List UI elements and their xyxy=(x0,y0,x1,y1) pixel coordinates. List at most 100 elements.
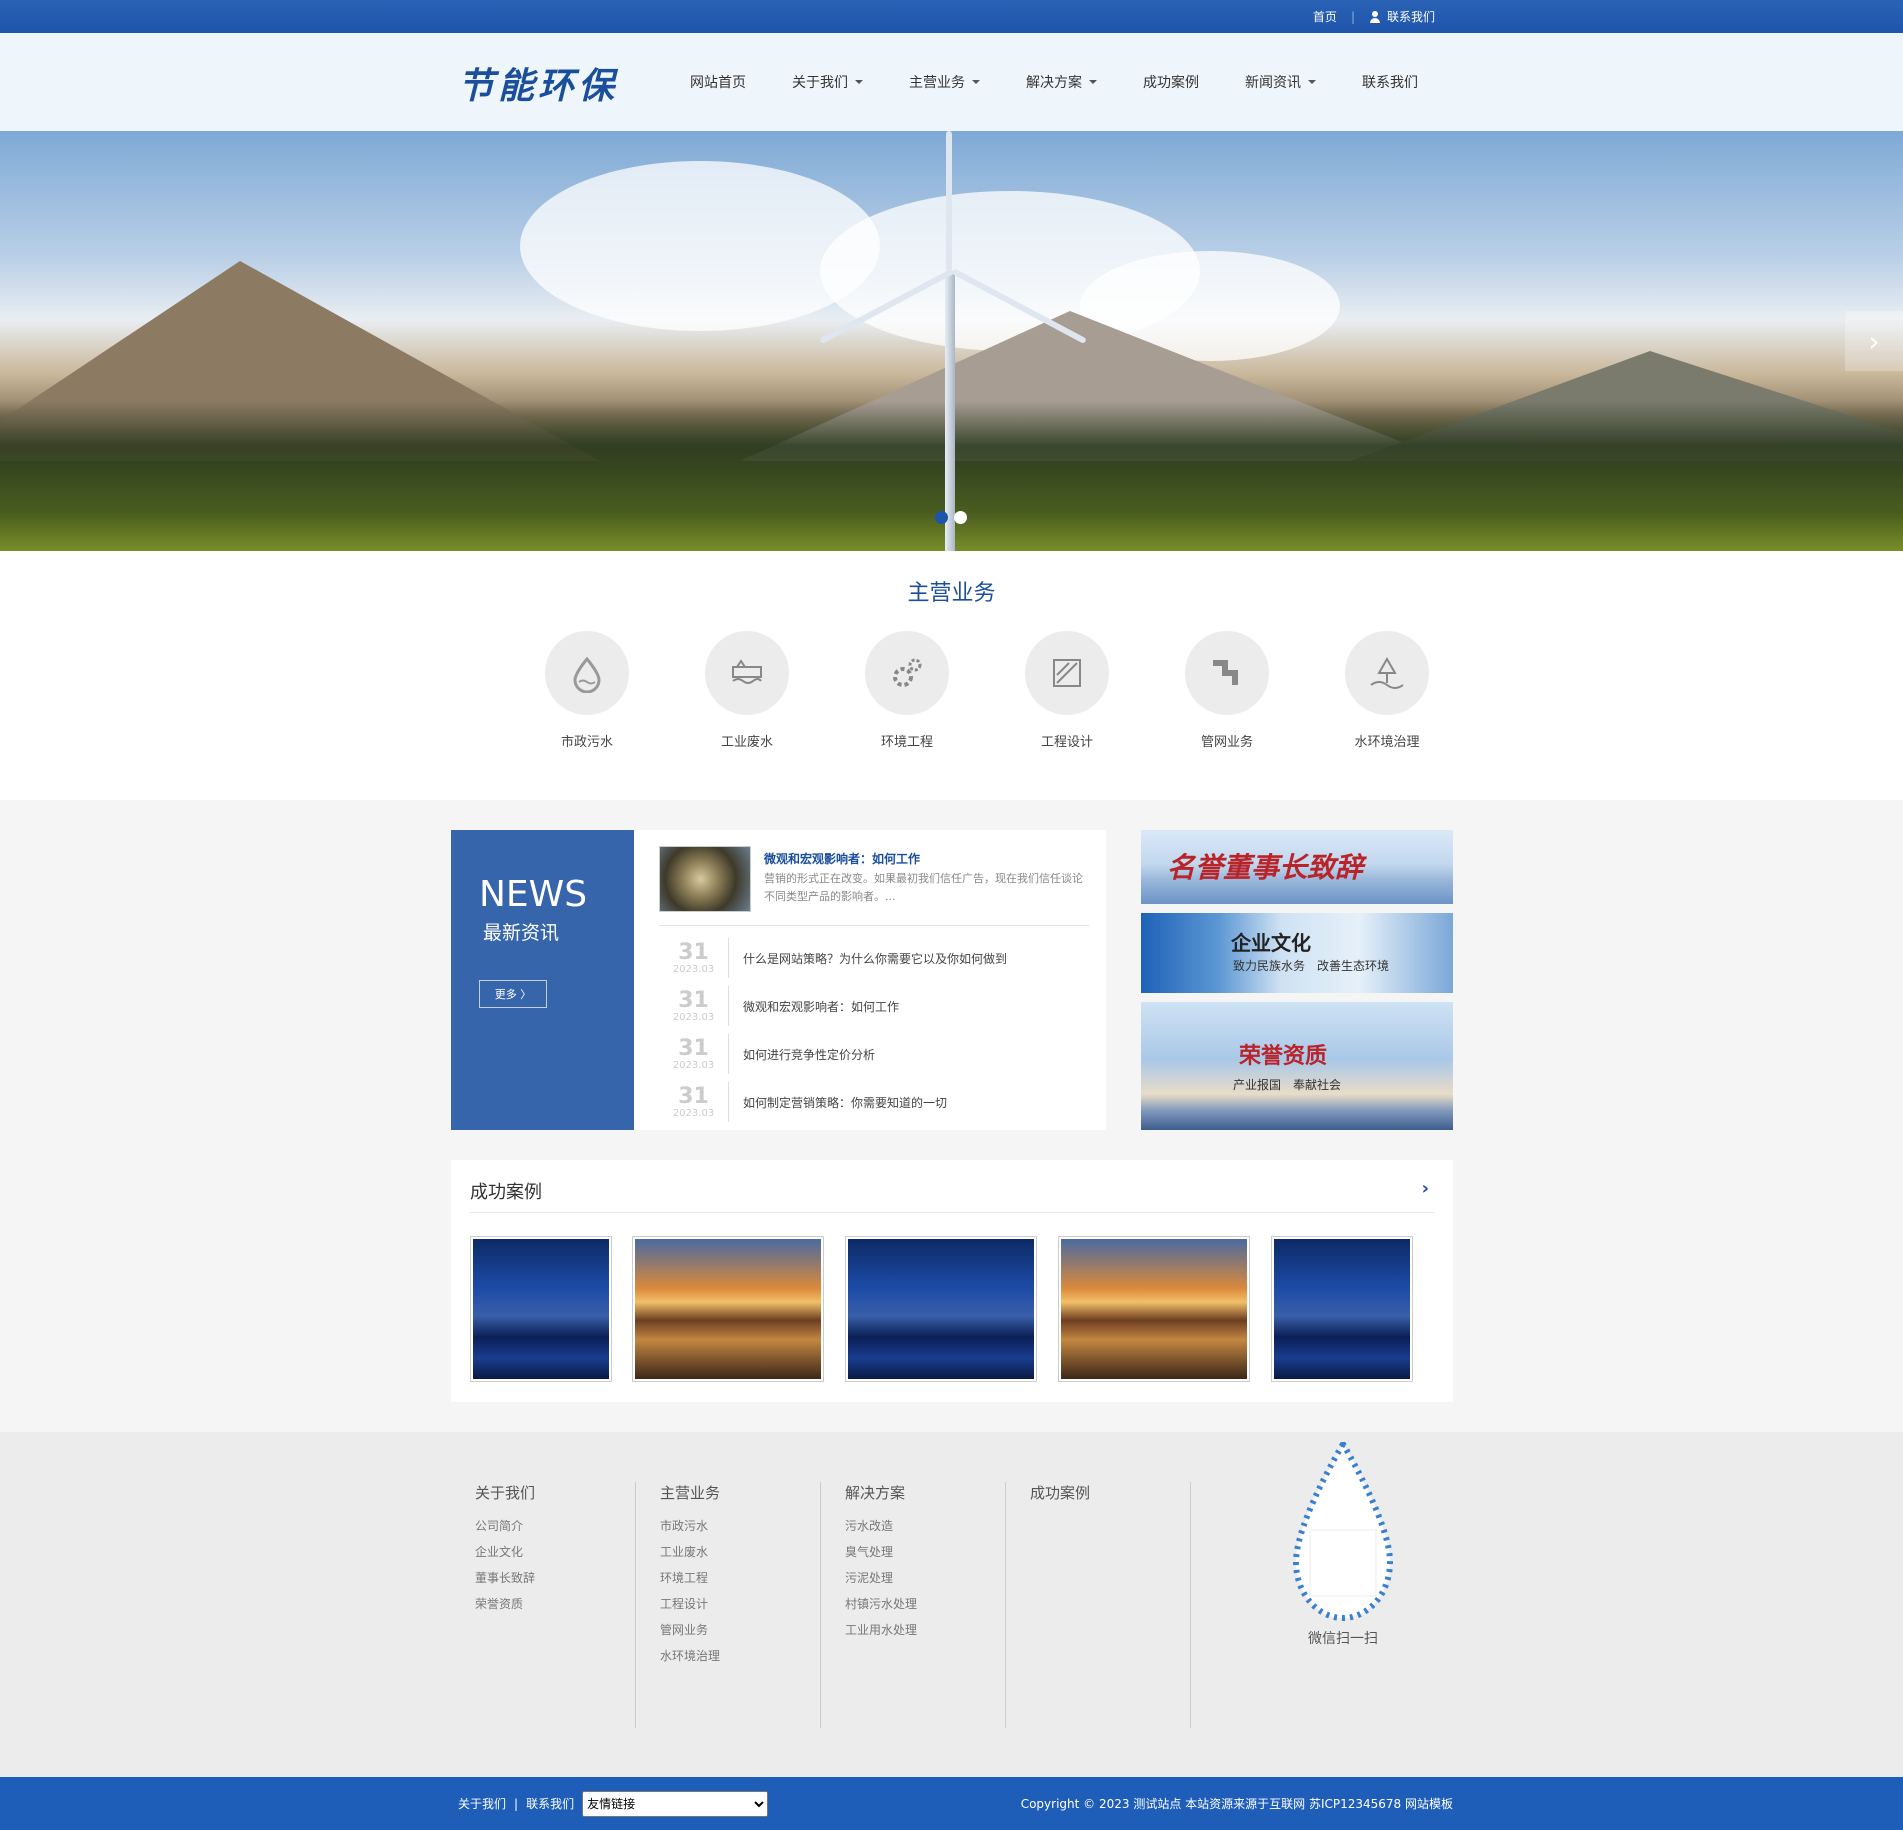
service-icon-circle xyxy=(1345,631,1429,715)
news-day: 31 xyxy=(678,987,709,1013)
footer-column: 解决方案污水改造 臭气处理 污泥处理 村镇污水处理 工业用水处理 xyxy=(821,1482,1006,1728)
footer-column-title[interactable]: 成功案例 xyxy=(1030,1482,1190,1503)
news-panel: NEWS 最新资讯 更多 〉 微观和宏观影响者：如何工作 营销的形式正在改变。如… xyxy=(451,830,1106,1130)
bottom-about-link[interactable]: 关于我们 xyxy=(458,1795,506,1812)
bottom-bar: 关于我们 | 联系我们 友情链接 Copyright © 2023 测试站点 本… xyxy=(0,1777,1903,1830)
cases-divider xyxy=(470,1212,1434,1213)
banner-dot-2[interactable] xyxy=(954,511,967,524)
news-year-month: 2023.03 xyxy=(672,1059,715,1071)
service-item[interactable]: 水环境治理 xyxy=(1307,631,1467,750)
footer-link[interactable]: 董事长致辞 xyxy=(475,1569,635,1595)
factory-wave-icon xyxy=(732,659,762,684)
chevron-down-icon xyxy=(1089,80,1097,84)
service-icon-circle xyxy=(1185,631,1269,715)
news-list-item[interactable]: 31 2023.03 如何制定营销策略：你需要知道的一切 xyxy=(659,1078,1089,1126)
nav-item[interactable]: 新闻资讯 xyxy=(1245,72,1316,92)
news-title[interactable]: 如何制定营销策略：你需要知道的一切 xyxy=(743,1094,947,1111)
footer-column: 成功案例 xyxy=(1006,1482,1191,1728)
promo-honor[interactable]: 荣誉资质 产业报国 奉献社会 xyxy=(1141,1002,1453,1130)
promo-culture[interactable]: 企业文化 致力民族水务 改善生态环境 xyxy=(1141,913,1453,993)
footer-column-title[interactable]: 关于我们 xyxy=(475,1482,635,1503)
nav-item-label: 新闻资讯 xyxy=(1245,75,1301,91)
featured-news[interactable]: 微观和宏观影响者：如何工作 营销的形式正在改变。如果最初我们信任广告，现在我们信… xyxy=(659,846,1089,926)
news-title[interactable]: 微观和宏观影响者：如何工作 xyxy=(743,998,899,1015)
footer-link[interactable]: 荣誉资质 xyxy=(475,1595,635,1621)
nav-item[interactable]: 联系我们 xyxy=(1362,72,1418,92)
case-thumbnail[interactable] xyxy=(470,1236,612,1382)
news-list-item[interactable]: 31 2023.03 微观和宏观影响者：如何工作 xyxy=(659,982,1089,1030)
case-thumbnail[interactable] xyxy=(632,1236,824,1382)
footer-column: 关于我们公司简介 企业文化 董事长致辞 荣誉资质 xyxy=(451,1482,636,1728)
service-item[interactable]: 工程设计 xyxy=(987,631,1147,750)
top-home-link[interactable]: 首页 xyxy=(1313,8,1337,25)
top-separator: | xyxy=(1350,9,1355,24)
service-item[interactable]: 市政污水 xyxy=(507,631,667,750)
nav-item-label: 解决方案 xyxy=(1026,75,1082,91)
case-image xyxy=(635,1239,821,1379)
service-item[interactable]: 工业废水 xyxy=(667,631,827,750)
chevron-down-icon xyxy=(855,80,863,84)
news-title[interactable]: 什么是网站策略？为什么你需要它以及你如何做到 xyxy=(743,950,1007,967)
news-more-button[interactable]: 更多 〉 xyxy=(479,980,547,1008)
footer-link[interactable]: 工业废水 xyxy=(660,1543,820,1569)
footer-link[interactable]: 管网业务 xyxy=(660,1621,820,1647)
cases-section: 成功案例 › xyxy=(451,1160,1453,1402)
featured-news-thumbnail[interactable] xyxy=(659,846,751,912)
pipe-icon xyxy=(1213,660,1238,685)
footer-link[interactable]: 环境工程 xyxy=(660,1569,820,1595)
user-icon xyxy=(1369,10,1381,23)
site-logo[interactable]: 节能环保 xyxy=(458,57,618,109)
case-thumbnail[interactable] xyxy=(1271,1236,1413,1382)
nav-item[interactable]: 成功案例 xyxy=(1143,72,1199,92)
main-nav: 网站首页 关于我们 主营业务 解决方案 成功案例 新闻资讯 联系我们 xyxy=(690,33,1464,131)
promo-chairman[interactable]: 名誉董事长致辞 xyxy=(1141,830,1453,904)
footer-link[interactable]: 工程设计 xyxy=(660,1595,820,1621)
footer-link[interactable]: 村镇污水处理 xyxy=(845,1595,1005,1621)
case-thumbnail[interactable] xyxy=(1058,1236,1250,1382)
featured-news-desc: 营销的形式正在改变。如果最初我们信任广告，现在我们信任谈论不同类型产品的影响者。… xyxy=(764,872,1083,903)
qr-label: 微信扫一扫 xyxy=(1308,1631,1378,1647)
nav-item-label: 联系我们 xyxy=(1362,75,1418,91)
wind-turbine xyxy=(945,271,955,551)
service-item[interactable]: 管网业务 xyxy=(1147,631,1307,750)
top-contact-link[interactable]: 联系我们 xyxy=(1387,8,1435,25)
nav-item[interactable]: 网站首页 xyxy=(690,72,746,92)
footer-column-title[interactable]: 主营业务 xyxy=(660,1482,820,1503)
news-day: 31 xyxy=(678,1083,709,1109)
footer-link[interactable]: 污水改造 xyxy=(845,1517,1005,1543)
nav-item-label: 关于我们 xyxy=(792,75,848,91)
featured-news-title[interactable]: 微观和宏观影响者：如何工作 xyxy=(764,850,920,867)
nav-item[interactable]: 解决方案 xyxy=(1026,72,1097,92)
case-image xyxy=(1274,1239,1410,1379)
services-section: 主营业务 市政污水 工业废水 环境工程 工程设计 管网业务 水环境治理 xyxy=(0,551,1903,800)
footer-link[interactable]: 臭气处理 xyxy=(845,1543,1005,1569)
footer-link[interactable]: 工业用水处理 xyxy=(845,1621,1005,1647)
service-label: 市政污水 xyxy=(560,735,613,750)
news-cn-title: 最新资讯 xyxy=(483,922,560,944)
footer-link[interactable]: 污泥处理 xyxy=(845,1569,1005,1595)
bottom-separator: | xyxy=(514,1796,519,1811)
cases-more-arrow[interactable]: › xyxy=(1422,1178,1429,1199)
news-list-item[interactable]: 31 2023.03 如何进行竞争性定价分析 xyxy=(659,1030,1089,1078)
service-item[interactable]: 环境工程 xyxy=(827,631,987,750)
footer-link[interactable]: 企业文化 xyxy=(475,1543,635,1569)
header: 节能环保 网站首页 关于我们 主营业务 解决方案 成功案例 新闻资讯 联系我们 xyxy=(0,33,1903,131)
footer-link[interactable]: 水环境治理 xyxy=(660,1647,820,1673)
nav-item[interactable]: 关于我们 xyxy=(792,72,863,92)
bottom-contact-link[interactable]: 联系我们 xyxy=(526,1795,574,1812)
service-icon-circle xyxy=(705,631,789,715)
footer-link[interactable]: 市政污水 xyxy=(660,1517,820,1543)
news-title[interactable]: 如何进行竞争性定价分析 xyxy=(743,1046,875,1063)
news-en-title: NEWS xyxy=(479,874,588,915)
friend-links-select[interactable]: 友情链接 xyxy=(582,1790,769,1817)
news-list-item[interactable]: 31 2023.03 什么是网站策略？为什么你需要它以及你如何做到 xyxy=(659,934,1089,982)
case-thumbnail[interactable] xyxy=(845,1236,1037,1382)
footer-link[interactable]: 公司简介 xyxy=(475,1517,635,1543)
nav-item[interactable]: 主营业务 xyxy=(909,72,980,92)
footer-column-title[interactable]: 解决方案 xyxy=(845,1482,1005,1503)
banner-next-arrow[interactable]: › xyxy=(1845,311,1903,371)
chevron-down-icon xyxy=(972,80,980,84)
banner-dot-1[interactable] xyxy=(935,511,948,524)
promo-culture-sub: 致力民族水务 改善生态环境 xyxy=(1233,959,1390,973)
copyright: Copyright © 2023 测试站点 本站资源来源于互联网 苏ICP123… xyxy=(1020,1797,1453,1811)
